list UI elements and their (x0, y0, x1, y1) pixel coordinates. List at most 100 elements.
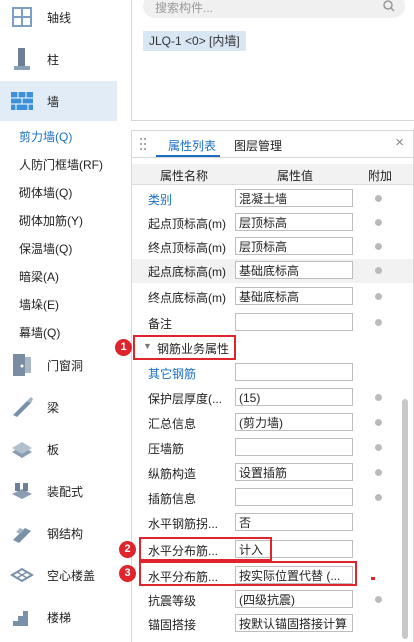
extra-radio[interactable] (375, 596, 382, 603)
nav-label-beam: 梁 (47, 400, 60, 415)
annotation-mark (371, 577, 375, 580)
extra-radio[interactable] (375, 267, 382, 274)
table-row[interactable]: 起点顶标高(m) 层顶标高 (132, 211, 413, 235)
slab-icon (8, 436, 36, 462)
property-value[interactable]: (剪力墙) (235, 413, 353, 431)
extra-radio[interactable] (375, 494, 382, 501)
subitem-curtain-wall[interactable]: 幕墙(Q) (19, 324, 60, 341)
nav-item-slab[interactable]: 板 (0, 429, 117, 469)
property-value[interactable]: 层顶标高 (235, 213, 353, 231)
extra-radio[interactable] (375, 319, 382, 326)
property-value[interactable]: 基础底标高 (235, 261, 353, 279)
property-value[interactable]: 按默认锚固搭接计算 (235, 614, 353, 632)
search-icon[interactable] (383, 0, 395, 15)
beam-icon (8, 394, 36, 420)
subitem-masonry-wall[interactable]: 砌体墙(Q) (19, 184, 72, 201)
component-item[interactable]: JLQ-1 <0> [内墙] (143, 31, 246, 51)
table-row[interactable]: 终点底标高(m) 基础底标高 (132, 285, 413, 309)
tab-layer-management[interactable]: 图层管理 (234, 137, 282, 154)
drag-handle-icon[interactable] (139, 137, 147, 151)
extra-radio[interactable] (375, 469, 382, 476)
table-row[interactable]: 锚固搭接 按默认锚固搭接计算 (132, 612, 413, 636)
table-row[interactable]: 终点顶标高(m) 层顶标高 (132, 235, 413, 259)
table-row[interactable]: 起点底标高(m) 基础底标高 (132, 259, 413, 283)
table-row[interactable]: 备注 (132, 311, 413, 335)
subitem-civil-defense-frame-wall[interactable]: 人防门框墙(RF) (19, 156, 103, 173)
property-value[interactable] (235, 488, 353, 506)
extra-radio[interactable] (375, 219, 382, 226)
property-value[interactable]: 混凝土墙 (235, 189, 353, 207)
property-value[interactable]: 设置插筋 (235, 463, 353, 481)
header-name: 属性名称 (160, 169, 209, 183)
table-row[interactable]: 压墙筋 (132, 436, 413, 460)
header-extra: 附加 (368, 169, 393, 183)
table-row[interactable]: 纵筋构造 设置插筋 (132, 461, 413, 485)
step-badge-2: 2 (119, 541, 136, 558)
property-value[interactable] (235, 313, 353, 331)
property-name: 终点顶标高(m) (148, 241, 226, 255)
property-value[interactable] (235, 363, 353, 381)
property-name: 终点底标高(m) (148, 291, 226, 305)
nav-item-beam[interactable]: 梁 (0, 387, 117, 427)
property-name: 起点底标高(m) (148, 265, 226, 279)
extra-radio[interactable] (375, 293, 382, 300)
table-row[interactable]: 其它钢筋 (132, 361, 413, 385)
subitem-wall-pier[interactable]: 墙垛(E) (19, 296, 59, 313)
table-row[interactable]: 类别 混凝土墙 (132, 187, 413, 211)
property-name: 备注 (148, 317, 173, 331)
nav-item-column[interactable]: 柱 (0, 39, 117, 79)
nav-label-prefab: 装配式 (47, 484, 84, 499)
door-window-icon (8, 352, 36, 378)
nav-label-slab: 板 (47, 442, 60, 457)
property-value[interactable] (235, 438, 353, 456)
property-value[interactable]: 层顶标高 (235, 237, 353, 255)
nav-item-wall[interactable]: 墙 (0, 81, 117, 121)
property-name: 插筋信息 (148, 492, 197, 506)
property-value[interactable]: (15) (235, 388, 353, 406)
axis-grid-icon (8, 4, 36, 30)
stairs-icon (8, 604, 36, 630)
nav-item-door-window[interactable]: 门窗洞 (0, 345, 117, 385)
step-badge-1: 1 (115, 339, 132, 356)
nav-item-prefab[interactable]: 装配式 (0, 471, 117, 511)
nav-item-axis[interactable]: 轴线 (0, 0, 117, 37)
header-value: 属性值 (277, 169, 314, 183)
active-tab-indicator (156, 155, 220, 157)
prefab-icon (8, 478, 36, 504)
nav-label-wall: 墙 (47, 94, 60, 109)
property-value[interactable]: 否 (235, 513, 353, 531)
table-row[interactable]: 水平钢筋拐... 否 (132, 511, 413, 535)
tab-property-list[interactable]: 属性列表 (168, 137, 216, 154)
nav-label-steel: 钢结构 (47, 526, 84, 541)
hollow-floor-icon (8, 562, 36, 588)
steel-structure-icon (8, 520, 36, 546)
subitem-insulation-wall[interactable]: 保温墙(Q) (19, 240, 72, 257)
property-name: 抗震等级 (148, 594, 197, 608)
nav-item-hollow-floor[interactable]: 空心楼盖 (0, 555, 117, 595)
subitem-shear-wall[interactable]: 剪力墙(Q) (19, 128, 72, 145)
table-row[interactable]: 插筋信息 (132, 486, 413, 510)
table-row[interactable]: 汇总信息 (剪力墙) (132, 411, 413, 435)
subitem-hidden-beam[interactable]: 暗梁(A) (19, 268, 59, 285)
extra-radio[interactable] (375, 243, 382, 250)
property-name: 其它钢筋 (148, 367, 197, 381)
search-placeholder: 搜索构件... (155, 1, 214, 15)
extra-radio[interactable] (375, 195, 382, 202)
property-value[interactable]: (四级抗震) (235, 590, 353, 608)
subitem-masonry-reinforcement[interactable]: 砌体加筋(Y) (19, 212, 83, 229)
extra-radio[interactable] (375, 419, 382, 426)
search-input[interactable]: 搜索构件... (143, 0, 405, 18)
table-header: 属性名称 属性值 附加 (132, 164, 413, 185)
close-icon[interactable]: × (395, 134, 404, 151)
nav-item-steel[interactable]: 钢结构 (0, 513, 117, 553)
property-value[interactable]: 基础底标高 (235, 287, 353, 305)
extra-radio[interactable] (375, 444, 382, 451)
left-nav: 轴线 柱 墙 剪力墙(Q) 人防门框墙(RF) 砌体墙(Q) 砌体加筋(Y) 保… (0, 0, 118, 641)
nav-label-door-window: 门窗洞 (47, 358, 84, 373)
table-row[interactable]: 保护层厚度(... (15) (132, 386, 413, 410)
table-row[interactable]: 抗震等级 (四级抗震) (132, 588, 413, 612)
property-name: 类别 (148, 193, 173, 207)
extra-radio[interactable] (375, 394, 382, 401)
nav-item-stairs[interactable]: 楼梯 (0, 597, 117, 637)
vertical-scrollbar[interactable] (402, 399, 408, 639)
